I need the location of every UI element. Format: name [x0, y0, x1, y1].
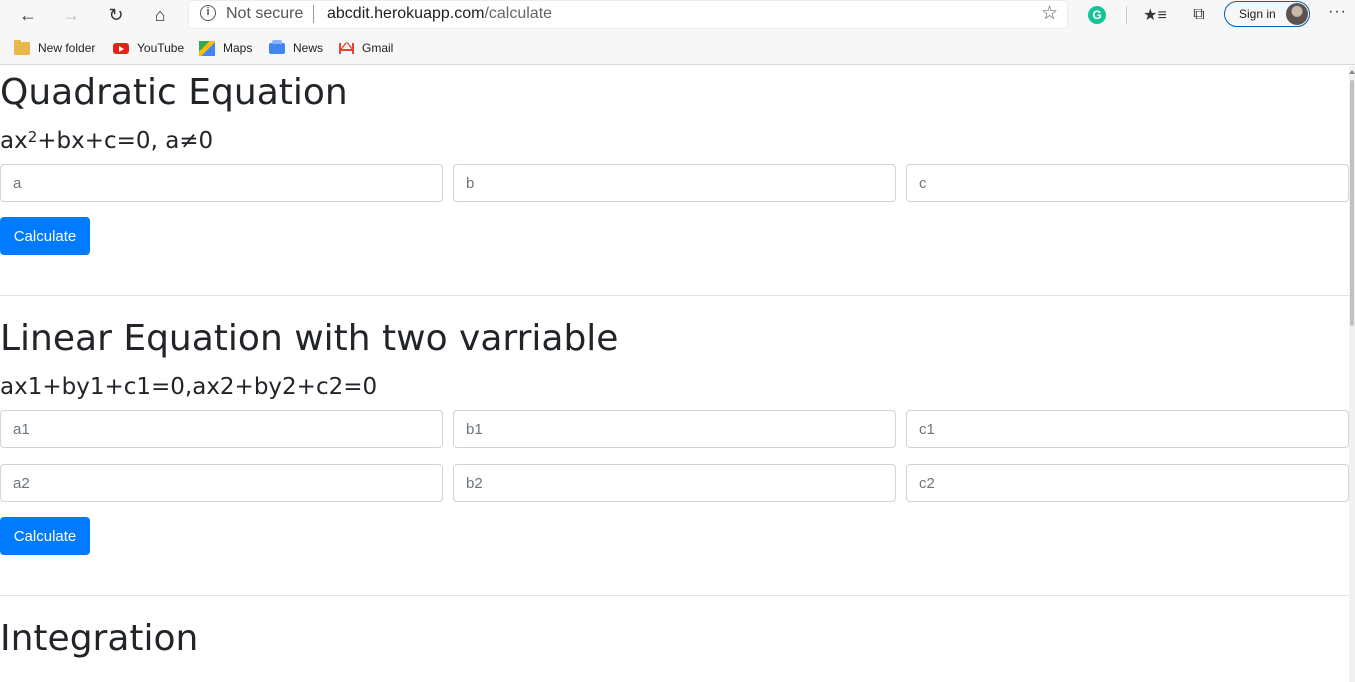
bookmark-label: Gmail: [362, 41, 394, 55]
linear-title: Linear Equation with two varriable: [0, 318, 619, 359]
sign-in-label: Sign in: [1239, 7, 1276, 21]
bookmark-news[interactable]: News: [269, 39, 323, 57]
url-path: /calculate: [484, 5, 553, 22]
refresh-icon[interactable]: ↻: [102, 2, 130, 28]
security-label[interactable]: Not secure: [226, 5, 303, 23]
grammarly-icon[interactable]: G: [1088, 6, 1106, 24]
bookmarks-bar: New folder YouTube Maps News Gmail: [0, 32, 1355, 65]
address-divider: [313, 5, 314, 23]
youtube-icon: [113, 42, 129, 54]
address-bar[interactable]: i Not secure abcdit.herokuapp.com/calcul…: [188, 0, 1068, 29]
input-b2[interactable]: [453, 464, 896, 502]
folder-icon: [14, 39, 30, 55]
bookmark-youtube[interactable]: YouTube: [113, 39, 184, 57]
sign-in-button[interactable]: Sign in: [1224, 1, 1310, 27]
news-icon: [269, 39, 285, 54]
input-a[interactable]: [0, 164, 443, 202]
formula-part: +bx+c=0, a≠0: [37, 128, 214, 154]
scrollbar-thumb[interactable]: [1350, 80, 1354, 326]
quadratic-formula: ax2+bx+c=0, a≠0: [0, 126, 213, 156]
back-icon[interactable]: ←: [14, 2, 42, 28]
input-c[interactable]: [906, 164, 1349, 202]
formula-part: ax: [0, 128, 28, 154]
scroll-up-icon[interactable]: [1349, 70, 1355, 74]
page-content: Quadratic Equation ax2+bx+c=0, a≠0 Calcu…: [0, 66, 1349, 682]
quadratic-title: Quadratic Equation: [0, 72, 348, 113]
quadratic-calculate-button[interactable]: Calculate: [0, 217, 90, 255]
input-b1[interactable]: [453, 410, 896, 448]
avatar: [1286, 3, 1308, 25]
forward-icon[interactable]: →: [57, 2, 85, 28]
integration-title: Integration: [0, 618, 199, 659]
url-host: abcdit.herokuapp.com: [327, 5, 485, 22]
bookmark-label: Maps: [223, 41, 253, 55]
more-icon[interactable]: ···: [1328, 3, 1347, 21]
input-c1[interactable]: [906, 410, 1349, 448]
input-c2[interactable]: [906, 464, 1349, 502]
input-a2[interactable]: [0, 464, 443, 502]
bookmark-label: New folder: [38, 41, 96, 55]
input-a1[interactable]: [0, 410, 443, 448]
linear-calculate-button[interactable]: Calculate: [0, 517, 90, 555]
formula-exponent: 2: [27, 128, 38, 146]
section-divider: [0, 295, 1349, 296]
home-icon[interactable]: ⌂: [146, 2, 174, 28]
scrollbar[interactable]: [1349, 66, 1355, 682]
star-icon[interactable]: ☆: [1041, 2, 1058, 25]
bookmark-new-folder[interactable]: New folder: [14, 39, 95, 57]
browser-toolbar: ← → ↻ ⌂ i Not secure abcdit.herokuapp.co…: [0, 0, 1355, 32]
toolbar-divider: [1126, 6, 1127, 24]
section-divider: [0, 595, 1349, 596]
bookmark-maps[interactable]: Maps: [199, 39, 252, 57]
info-icon[interactable]: i: [200, 5, 216, 21]
favorites-icon[interactable]: ★≡: [1143, 3, 1167, 27]
maps-icon: [199, 40, 215, 56]
bookmark-label: YouTube: [137, 41, 185, 55]
collections-icon[interactable]: ⧉: [1188, 3, 1210, 27]
gmail-icon: [339, 42, 354, 54]
url-text[interactable]: abcdit.herokuapp.com/calculate: [327, 5, 552, 23]
linear-formula: ax1+by1+c1=0,ax2+by2+c2=0: [0, 374, 378, 400]
bookmark-label: News: [293, 41, 324, 55]
input-b[interactable]: [453, 164, 896, 202]
bookmark-gmail[interactable]: Gmail: [339, 39, 393, 57]
